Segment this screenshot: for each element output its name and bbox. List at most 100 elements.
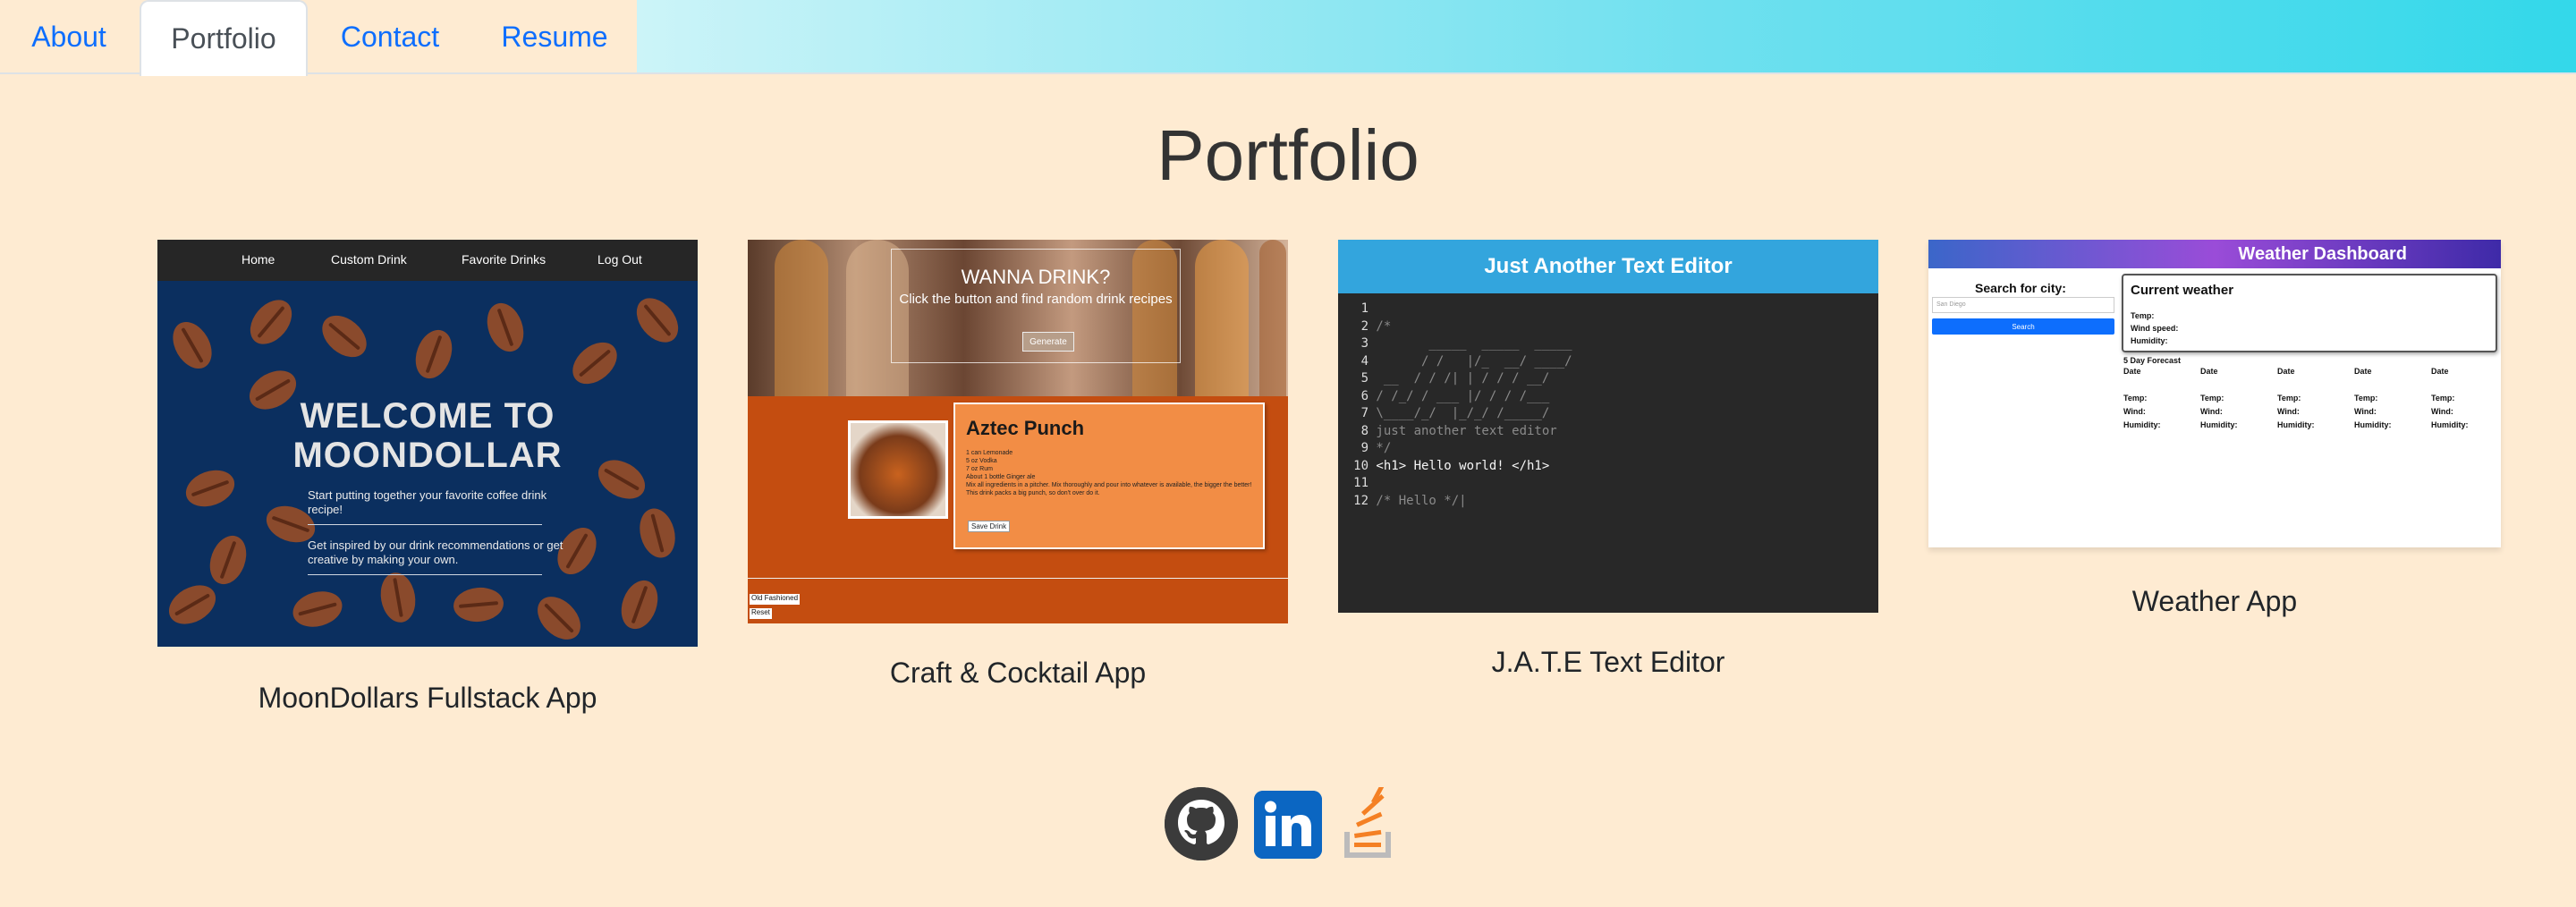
wd-wind-label: Wind speed: — [2131, 324, 2179, 333]
cc-divider — [748, 578, 1288, 579]
editor-line[interactable]: 10 <h1> Hello world! </h1> — [1345, 458, 1572, 476]
line-number: 9 — [1360, 441, 1368, 455]
coffee-bean-icon — [564, 334, 625, 393]
project-caption-moondollars[interactable]: MoonDollars Fullstack App — [157, 682, 698, 715]
cc-hero-background: WANNA DRINK? Click the button and find r… — [748, 240, 1288, 396]
wd-date: Date — [2354, 367, 2372, 376]
line-number: 10 — [1353, 458, 1368, 473]
jate-code-area: 1 2 /* 3 _____ _____ _____ 4 / / |/_ __/ _… — [1345, 301, 1572, 510]
coffee-bean-icon — [162, 577, 223, 632]
wd-current-weather: Current weather Temp: Wind speed: Humidi… — [2122, 274, 2497, 352]
wd-search-label: Search for city: — [1975, 281, 2066, 295]
line-number: 2 — [1360, 318, 1368, 334]
editor-line[interactable]: 9 */ — [1345, 440, 1572, 458]
stackoverflow-icon[interactable] — [1342, 777, 1399, 859]
line-text: _____ _____ _____ — [1368, 336, 1572, 351]
editor-line[interactable]: 3 _____ _____ _____ — [1345, 335, 1572, 353]
md-subtitle-1: Start putting together your favorite cof… — [308, 488, 547, 516]
md-divider — [308, 524, 542, 525]
wd-f-wind: Wind: — [2354, 407, 2377, 416]
line-text: __ / / /| | / / / __/ — [1368, 371, 1550, 386]
wd-current-title: Current weather — [2131, 283, 2234, 298]
cc-save-button[interactable]: Save Drink — [968, 521, 1011, 532]
editor-line[interactable]: 1 — [1345, 301, 1572, 318]
line-number: 6 — [1360, 388, 1368, 403]
md-nav-favorites: Favorite Drinks — [462, 252, 547, 267]
wd-f-wind: Wind: — [2200, 407, 2223, 416]
tab-contact[interactable]: Contact — [324, 0, 456, 74]
cc-ingredients: 1 can Lemonade 5 oz Vodka 7 oz Rum About… — [966, 450, 1252, 496]
editor-line[interactable]: 7 \____/_/ |_/_/ /_____/ — [1345, 405, 1572, 423]
coffee-bean-icon — [314, 307, 375, 366]
line-number: 8 — [1360, 423, 1368, 438]
wd-f-humidity: Humidity: — [2431, 420, 2469, 429]
md-nav-custom: Custom Drink — [331, 252, 407, 267]
editor-line[interactable]: 12 /* Hello */| — [1345, 493, 1572, 511]
line-number: 11 — [1353, 476, 1368, 490]
editor-line[interactable]: 8 just another text editor — [1345, 423, 1572, 441]
editor-line[interactable]: 2 /* — [1345, 318, 1572, 336]
wd-f-temp: Temp: — [2431, 394, 2455, 403]
line-number: 4 — [1360, 353, 1368, 369]
line-text: /* Hello */| — [1368, 493, 1467, 508]
coffee-bean-icon — [452, 585, 505, 624]
wd-humidity-label: Humidity: — [2131, 336, 2168, 345]
cc-drink-image — [848, 420, 948, 519]
jate-header: Just Another Text Editor — [1338, 240, 1878, 293]
project-caption-cocktail[interactable]: Craft & Cocktail App — [748, 657, 1288, 690]
line-text: <h1> Hello world! </h1> — [1368, 458, 1550, 473]
line-text: */ — [1368, 441, 1392, 455]
line-text: / / |/_ __/ ____/ — [1368, 353, 1572, 369]
cc-favorite-button[interactable]: Old Fashioned — [750, 594, 801, 605]
line-number: 12 — [1353, 493, 1368, 508]
line-text: just another text editor — [1368, 423, 1557, 438]
project-screenshot-jate[interactable]: Just Another Text Editor 1 2 /* 3 _____ _… — [1338, 240, 1878, 613]
wd-f-humidity: Humidity: — [2200, 420, 2238, 429]
md-hero-title: WELCOME TO MOONDOLLAR — [157, 396, 698, 475]
tab-about[interactable]: About — [14, 0, 123, 74]
coffee-bean-icon — [409, 325, 459, 384]
project-caption-jate[interactable]: J.A.T.E Text Editor — [1338, 646, 1878, 679]
line-number: 7 — [1360, 406, 1368, 420]
wd-temp-label: Temp: — [2131, 311, 2155, 320]
cc-generate-button[interactable]: Generate — [1022, 332, 1074, 352]
wd-header: Weather Dashboard — [1928, 240, 2501, 268]
editor-line[interactable]: 6 / /_/ / ___ |/ / / /___ — [1345, 388, 1572, 406]
md-subtitle-2: Get inspired by our drink recommendation… — [308, 538, 564, 566]
project-caption-weather[interactable]: Weather App — [1928, 585, 2501, 618]
coffee-bean-icon — [377, 570, 419, 625]
bottle-shape — [1195, 240, 1249, 396]
editor-line[interactable]: 11 — [1345, 475, 1572, 493]
line-text: /* — [1368, 318, 1392, 334]
project-screenshot-cocktail[interactable]: WANNA DRINK? Click the button and find r… — [748, 240, 1288, 623]
tab-portfolio[interactable]: Portfolio — [140, 0, 308, 76]
coffee-bean-icon — [165, 315, 220, 376]
wd-f-humidity: Humidity: — [2354, 420, 2392, 429]
line-text: \____/_/ |_/_/ /_____/ — [1368, 406, 1550, 420]
cc-reset-button[interactable]: Reset — [750, 608, 772, 619]
wd-search-button[interactable]: Search — [1932, 318, 2114, 335]
md-divider — [308, 574, 542, 575]
wd-f-temp: Temp: — [2200, 394, 2224, 403]
md-title-line2: MOONDOLLAR — [292, 436, 563, 475]
editor-line[interactable]: 4 / / |/_ __/ ____/ — [1345, 353, 1572, 371]
wd-f-temp: Temp: — [2123, 394, 2148, 403]
md-nav-logout: Log Out — [597, 252, 642, 267]
page-title: Portfolio — [1157, 115, 1419, 195]
line-text — [1368, 301, 1376, 316]
wd-f-humidity: Humidity: — [2123, 420, 2161, 429]
bottle-shape — [1259, 240, 1286, 396]
coffee-bean-icon — [529, 588, 589, 647]
wd-f-humidity: Humidity: — [2277, 420, 2315, 429]
wd-date: Date — [2123, 367, 2141, 376]
editor-line[interactable]: 5 __ / / /| | / / / __/ — [1345, 370, 1572, 388]
project-screenshot-weather[interactable]: Weather Dashboard Search for city: San D… — [1928, 240, 2501, 547]
project-screenshot-moondollars[interactable]: Home Custom Drink Favorite Drinks Log Ou… — [157, 240, 698, 647]
github-icon[interactable] — [1165, 787, 1238, 860]
wd-search-input[interactable]: San Diego — [1932, 297, 2114, 313]
linkedin-icon[interactable] — [1254, 791, 1322, 859]
md-navbar: Home Custom Drink Favorite Drinks Log Ou… — [157, 240, 698, 281]
coffee-bean-icon — [480, 298, 530, 357]
line-number: 1 — [1360, 301, 1368, 316]
tab-resume[interactable]: Resume — [487, 0, 623, 74]
